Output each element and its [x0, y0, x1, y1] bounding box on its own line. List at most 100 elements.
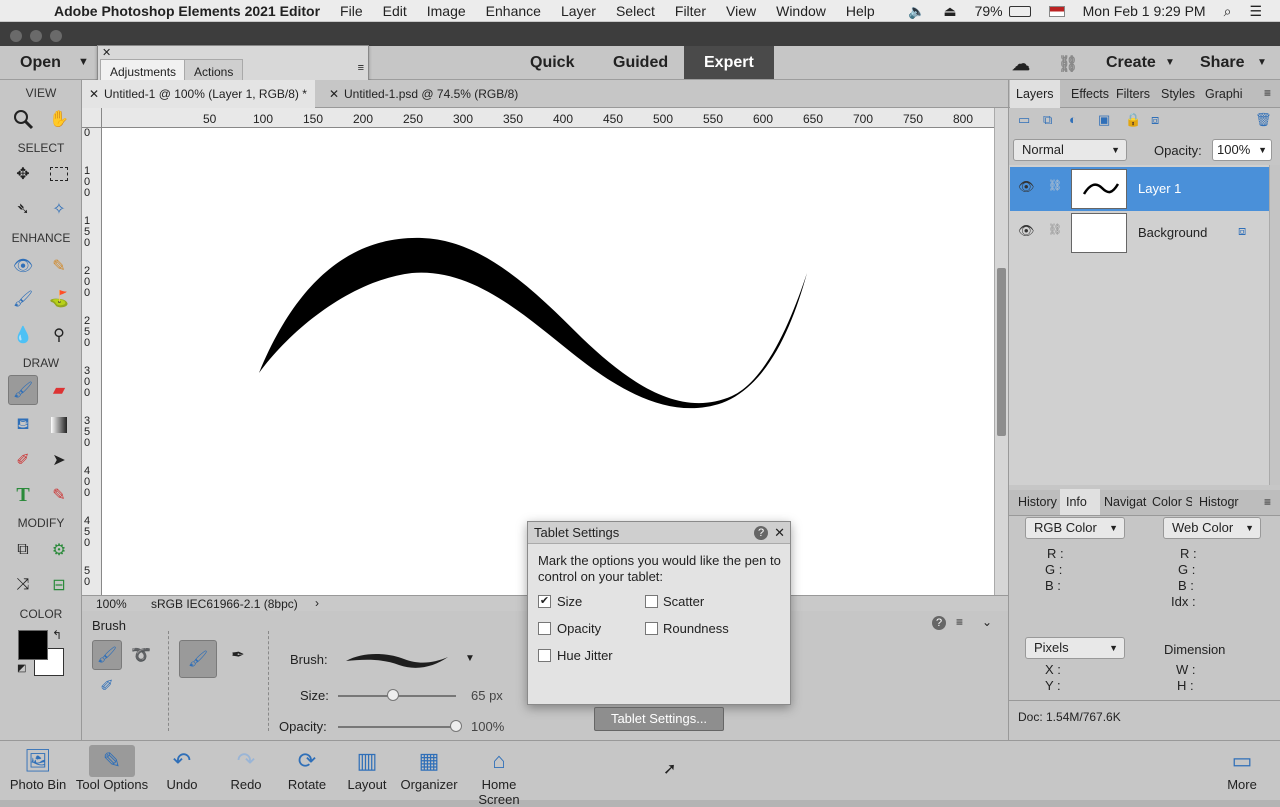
blur-tool-icon[interactable]: 💧	[8, 320, 38, 350]
tab-layers[interactable]: Layers	[1010, 80, 1060, 108]
color-mode-left-select[interactable]: RGB Color ▼	[1025, 517, 1125, 539]
brush-picker-dropdown-icon[interactable]: ▼	[465, 653, 475, 664]
opacity-slider-knob[interactable]	[450, 720, 462, 732]
units-select[interactable]: Pixels ▼	[1025, 637, 1125, 659]
status-menu-icon[interactable]: ›	[315, 596, 319, 610]
mode-guided[interactable]: Guided	[593, 46, 688, 79]
share-button[interactable]: Share	[1200, 54, 1244, 72]
menu-file[interactable]: File	[340, 3, 363, 19]
eject-icon[interactable]: ⏏	[943, 3, 956, 20]
opacity-option-label[interactable]: Opacity	[557, 621, 601, 636]
menu-image[interactable]: Image	[427, 3, 466, 19]
collapse-chevron-icon[interactable]: ⌄	[982, 615, 992, 629]
tablet-settings-button[interactable]: Tablet Settings...	[594, 707, 724, 731]
lasso-tool-icon[interactable]: ➴	[8, 194, 38, 224]
marquee-tool-icon[interactable]	[44, 159, 74, 189]
paint-bucket-icon[interactable]: ⛾	[8, 410, 38, 440]
size-option-label[interactable]: Size	[557, 594, 582, 609]
battery-percent[interactable]: 79%	[975, 3, 1003, 19]
open-dropdown-icon[interactable]: ▼	[78, 56, 89, 68]
visibility-eye-icon[interactable]: 👁	[1018, 223, 1035, 239]
sponge-tool-icon[interactable]: ⚲	[44, 320, 74, 350]
link-icon[interactable]: ⛓	[1048, 223, 1062, 236]
brush-tool-icon[interactable]: 🖌	[8, 375, 38, 405]
layer-mask-icon[interactable]: ▣	[1098, 112, 1110, 128]
new-layer-icon[interactable]: ▭	[1018, 112, 1030, 128]
menu-window[interactable]: Window	[776, 3, 826, 19]
opacity-checkbox[interactable]	[538, 622, 551, 635]
foreground-color-swatch[interactable]	[18, 630, 48, 660]
straighten-tool-icon[interactable]: ⊟	[44, 570, 74, 600]
tab-styles[interactable]: Styles	[1155, 80, 1199, 108]
size-value[interactable]: 65 px	[471, 688, 503, 703]
menu-edit[interactable]: Edit	[383, 3, 407, 19]
spotlight-icon[interactable]: ⌕	[1224, 3, 1232, 20]
tab-navigator[interactable]: Navigat	[1098, 489, 1148, 515]
impressionist-brush-icon[interactable]: ➰	[126, 640, 156, 670]
undo-button[interactable]: ↶ Undo	[160, 745, 204, 792]
hue-jitter-checkbox[interactable]	[538, 649, 551, 662]
tab-effects[interactable]: Effects	[1065, 80, 1111, 108]
panel-menu-icon[interactable]: ≡	[1264, 86, 1271, 100]
lock-all-icon[interactable]: 🔒	[1125, 112, 1141, 128]
close-icon[interactable]: ✕	[102, 46, 111, 59]
doc-size[interactable]: Doc: 1.54M/767.6K	[1018, 710, 1121, 724]
menu-filter[interactable]: Filter	[675, 3, 706, 19]
brush-preview[interactable]	[344, 647, 452, 671]
color-replacement-icon[interactable]: ✐	[92, 671, 122, 701]
brush-mode-icon[interactable]: 🖌	[92, 640, 122, 670]
close-icon[interactable]: ✕	[774, 522, 785, 544]
mode-quick[interactable]: Quick	[510, 46, 594, 79]
panel-menu-icon[interactable]: ≡	[358, 62, 364, 74]
redo-button[interactable]: ↷ Redo	[224, 745, 268, 792]
eraser-tool-icon[interactable]: ▰	[44, 375, 74, 405]
new-group-icon[interactable]: ⧉	[1043, 112, 1052, 128]
link-icon[interactable]: ⛓	[1058, 54, 1078, 74]
trash-icon[interactable]: 🗑	[1255, 112, 1272, 128]
swap-colors-icon[interactable]: ↰	[52, 628, 62, 642]
close-icon[interactable]: ✕	[89, 80, 99, 108]
cloud-icon[interactable]: ☁	[1012, 54, 1030, 75]
layer-opacity-field[interactable]: 100% ▼	[1212, 139, 1272, 161]
mode-expert[interactable]: Expert	[684, 46, 774, 79]
zoom-level[interactable]: 100%	[96, 597, 127, 611]
doc-tab-untitled-layer1[interactable]: ✕ Untitled-1 @ 100% (Layer 1, RGB/8) *	[82, 80, 315, 108]
tool-options-button[interactable]: ✎ Tool Options	[74, 745, 150, 792]
roundness-option-label[interactable]: Roundness	[663, 621, 729, 636]
control-center-icon[interactable]: ☰	[1249, 3, 1262, 20]
options-menu-icon[interactable]: ≡	[956, 615, 963, 629]
tab-histogram[interactable]: Histogr	[1193, 489, 1243, 515]
airbrush-off-icon[interactable]: 🖌	[179, 640, 217, 678]
pencil-tool-icon[interactable]: ✎	[44, 480, 74, 510]
minimize-window-button[interactable]	[30, 30, 42, 42]
zoom-tool-icon[interactable]	[8, 104, 38, 134]
roundness-checkbox[interactable]	[645, 622, 658, 635]
rotate-button[interactable]: ⟳ Rotate	[284, 745, 330, 792]
gradient-tool-icon[interactable]	[44, 410, 74, 440]
app-name[interactable]: Adobe Photoshop Elements 2021 Editor	[54, 3, 320, 19]
layer-row-layer1[interactable]: 👁 ⛓ Layer 1	[1010, 167, 1270, 211]
zoom-window-button[interactable]	[50, 30, 62, 42]
vertical-scrollbar[interactable]	[994, 108, 1008, 595]
scrollbar-thumb[interactable]	[997, 268, 1006, 436]
layer-row-background[interactable]: 👁 ⛓ Background ⧈	[1010, 211, 1270, 255]
volume-icon[interactable]: 🔈	[908, 3, 925, 20]
close-icon[interactable]: ✕	[329, 80, 339, 108]
tab-info[interactable]: Info	[1060, 489, 1100, 515]
close-window-button[interactable]	[10, 30, 22, 42]
doc-tab-untitled-psd[interactable]: ✕ Untitled-1.psd @ 74.5% (RGB/8)	[322, 80, 526, 108]
layout-button[interactable]: ▥ Layout	[344, 745, 390, 792]
opacity-value[interactable]: 100%	[471, 719, 504, 734]
eyedropper-icon[interactable]: ✐	[8, 445, 38, 475]
clock[interactable]: Mon Feb 1 9:29 PM	[1083, 3, 1206, 19]
create-button[interactable]: Create	[1106, 54, 1156, 72]
more-button[interactable]: ▭ More	[1220, 745, 1264, 792]
organizer-button[interactable]: ▦ Organizer	[399, 745, 459, 792]
help-icon[interactable]: ?	[932, 616, 946, 630]
photo-bin-button[interactable]: 🖼 Photo Bin	[5, 745, 71, 792]
menu-view[interactable]: View	[726, 3, 756, 19]
opacity-slider-track[interactable]	[338, 726, 456, 728]
adjustment-layer-icon[interactable]: ◐	[1069, 112, 1077, 127]
menu-enhance[interactable]: Enhance	[486, 3, 541, 19]
open-button[interactable]: Open	[20, 54, 61, 72]
